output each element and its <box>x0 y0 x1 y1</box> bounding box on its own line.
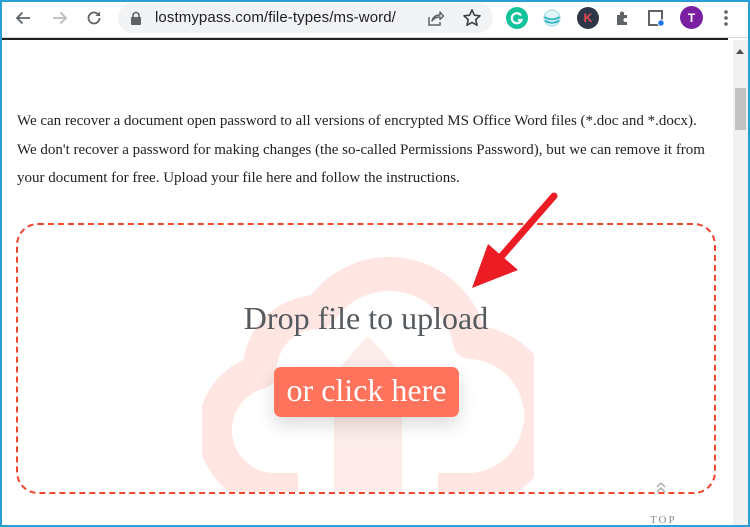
dropzone-title: Drop file to upload <box>243 300 489 336</box>
browser-menu-button[interactable] <box>714 5 738 31</box>
toolbar-divider <box>0 38 728 40</box>
intro-line: We can recover a document open password … <box>17 113 697 129</box>
scrollbar-thumb[interactable] <box>735 88 746 130</box>
star-icon[interactable] <box>462 8 482 28</box>
upload-file-button[interactable]: or click here <box>274 367 459 417</box>
intro-paragraph: We can recover a document open password … <box>17 107 727 193</box>
k-extension-icon[interactable]: K <box>577 7 599 29</box>
page-scrollbar[interactable] <box>733 40 748 527</box>
window-frame-top <box>0 0 750 2</box>
globe-extension-icon[interactable] <box>541 7 563 29</box>
arrow-left-icon <box>15 11 30 25</box>
reload-button[interactable] <box>81 5 107 31</box>
address-bar[interactable]: lostmypass.com/file-types/ms-word/ <box>118 3 493 33</box>
share-icon[interactable] <box>426 9 444 27</box>
reload-icon <box>87 11 101 25</box>
annotation-arrow-icon <box>472 192 558 288</box>
lock-icon[interactable] <box>130 11 142 25</box>
back-button[interactable] <box>10 5 36 31</box>
reading-mode-icon[interactable] <box>645 7 667 29</box>
browser-toolbar: lostmypass.com/file-types/ms-word/ K T <box>0 0 750 38</box>
extensions-puzzle-icon[interactable] <box>612 7 634 29</box>
kebab-menu-icon <box>724 10 728 26</box>
url-text[interactable]: lostmypass.com/file-types/ms-word/ <box>155 9 396 26</box>
scroll-up-arrow-icon[interactable] <box>736 49 744 54</box>
back-to-top-link[interactable]: TOP <box>650 514 677 526</box>
forward-button[interactable] <box>47 5 73 31</box>
grammarly-extension-icon[interactable] <box>506 7 528 29</box>
profile-avatar[interactable]: T <box>680 6 703 29</box>
arrow-right-icon <box>53 11 68 25</box>
profile-initial: T <box>687 10 696 25</box>
double-chevron-up-icon[interactable] <box>654 480 668 494</box>
intro-line: your document for free. Upload your file… <box>17 170 460 186</box>
intro-line: We don't recover a password for making c… <box>17 141 705 158</box>
